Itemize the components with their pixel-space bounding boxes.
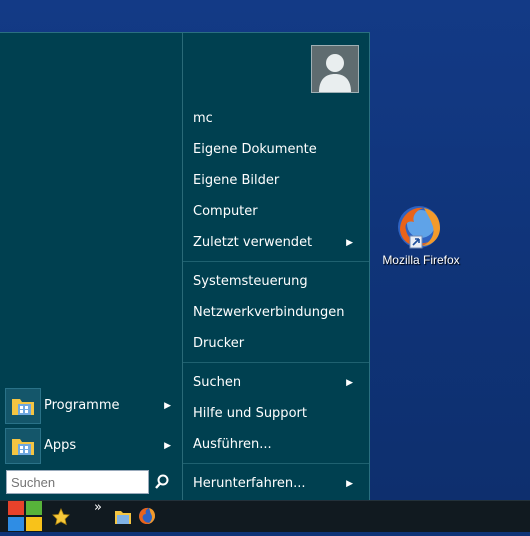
menu-item-label: Suchen xyxy=(193,375,242,390)
taskbar-favorites[interactable] xyxy=(50,501,72,532)
user-avatar[interactable] xyxy=(311,45,359,93)
menu-item-eigene-dokumente[interactable]: Eigene Dokumente xyxy=(193,135,363,165)
windows-logo-icon xyxy=(8,501,42,531)
start-menu-left-pane: Programme ▶ Apps ▶ xyxy=(0,33,182,500)
taskbar: » xyxy=(0,500,530,532)
menu-divider xyxy=(183,362,369,363)
menu-item-label: Drucker xyxy=(193,336,245,351)
start-button[interactable] xyxy=(6,501,44,532)
menu-item-eigene-bilder[interactable]: Eigene Bilder xyxy=(193,166,363,196)
menu-item-hilfe-und-support[interactable]: Hilfe und Support xyxy=(193,399,363,429)
menu-item-label: Herunterfahren... xyxy=(193,476,306,491)
chevron-right-icon: ▶ xyxy=(346,378,353,388)
desktop-icon-label: Mozilla Firefox xyxy=(382,253,460,267)
chevron-right-icon: ▶ xyxy=(346,479,353,489)
menu-item-computer[interactable]: Computer xyxy=(193,197,363,227)
menu-item-label: Apps xyxy=(44,438,77,453)
start-menu: Programme ▶ Apps ▶ Suchen mc Eigene Doku… xyxy=(0,32,370,500)
menu-item-apps[interactable]: Apps ▶ xyxy=(5,428,177,464)
menu-item-label: mc xyxy=(193,111,213,126)
desktop-icon-firefox[interactable]: Mozilla Firefox xyxy=(378,200,464,272)
overflow-chevron-icon[interactable]: » xyxy=(94,501,106,532)
folder-icon xyxy=(5,428,41,464)
taskbar-explorer[interactable] xyxy=(112,501,134,532)
search-button[interactable] xyxy=(151,470,173,494)
folder-icon xyxy=(5,388,41,424)
search-input[interactable] xyxy=(6,470,149,494)
menu-divider xyxy=(183,261,369,262)
menu-item-label: Ausführen... xyxy=(193,437,272,452)
menu-divider xyxy=(183,463,369,464)
menu-item-drucker[interactable]: Drucker xyxy=(193,329,363,359)
search-icon xyxy=(155,474,169,489)
user-avatar-icon xyxy=(312,46,358,92)
menu-item-systemsteuerung[interactable]: Systemsteuerung xyxy=(193,267,363,297)
menu-item-label: Hilfe und Support xyxy=(193,406,307,421)
firefox-icon xyxy=(139,507,155,525)
chevron-right-icon: ▶ xyxy=(164,401,171,411)
menu-item-herunterfahren[interactable]: Herunterfahren... ▶ xyxy=(193,469,363,499)
menu-item-label: Systemsteuerung xyxy=(193,274,308,289)
menu-item-suchen[interactable]: Suchen ▶ xyxy=(193,368,363,398)
menu-item-label: Netzwerkverbindungen xyxy=(193,305,345,320)
menu-item-zuletzt-verwendet[interactable]: Zuletzt verwendet ▶ xyxy=(193,228,363,258)
menu-item-label: Zuletzt verwendet xyxy=(193,235,313,250)
menu-item-label: Computer xyxy=(193,204,258,219)
chevron-right-icon: ▶ xyxy=(346,238,353,248)
start-menu-right-pane: mc Eigene Dokumente Eigene Bilder Comput… xyxy=(182,33,369,500)
favorites-star-icon xyxy=(52,508,70,526)
menu-item-label: Eigene Bilder xyxy=(193,173,280,188)
file-explorer-icon xyxy=(115,511,131,524)
chevron-right-icon: ▶ xyxy=(164,441,171,451)
menu-item-label: Eigene Dokumente xyxy=(193,142,317,157)
taskbar-firefox[interactable] xyxy=(136,501,158,532)
menu-item-programme[interactable]: Programme ▶ xyxy=(5,388,177,424)
menu-item-user[interactable]: mc xyxy=(193,104,363,134)
menu-item-netzwerkverbindungen[interactable]: Netzwerkverbindungen xyxy=(193,298,363,328)
menu-item-label: Programme xyxy=(44,398,120,413)
firefox-icon xyxy=(398,206,440,249)
menu-item-ausfuehren[interactable]: Ausführen... xyxy=(193,430,363,460)
